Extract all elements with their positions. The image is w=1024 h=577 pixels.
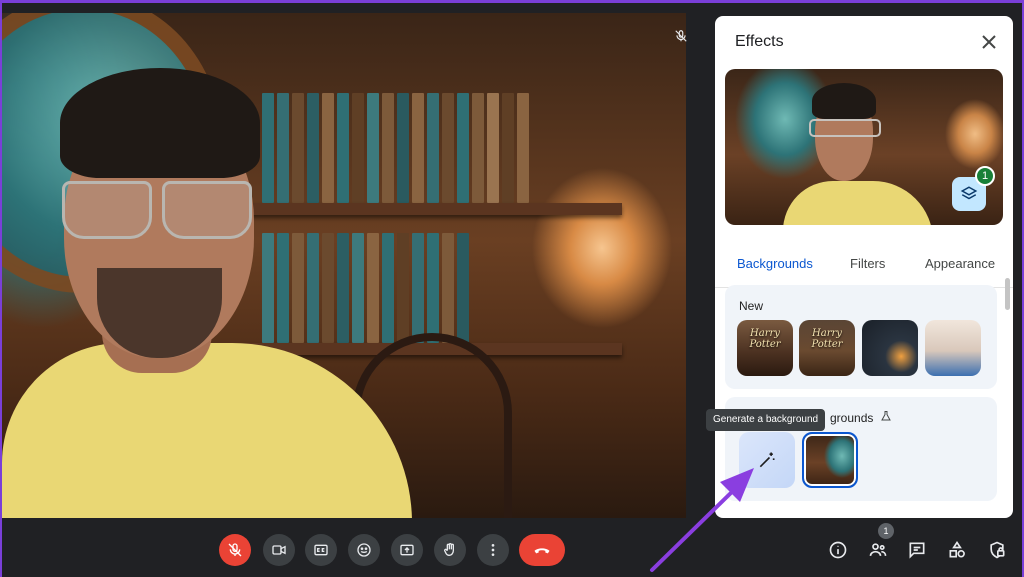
raise-hand-button[interactable] — [434, 534, 466, 566]
generated-background-thumbnail-selected[interactable] — [802, 432, 858, 488]
captions-icon — [314, 544, 328, 556]
participant-body — [2, 343, 412, 518]
tab-filters[interactable]: Filters — [850, 238, 885, 288]
camera-toggle-button[interactable] — [263, 534, 295, 566]
mic-toggle-button[interactable] — [219, 534, 251, 566]
effects-header: Effects — [715, 16, 1013, 68]
emoji-icon — [357, 543, 371, 557]
generate-background-tooltip: Generate a background — [706, 409, 826, 431]
info-icon — [829, 541, 847, 559]
people-count-badge: 1 — [878, 523, 894, 539]
generate-background-button[interactable] — [739, 432, 795, 488]
effects-panel: Effects 1 Backgrounds Filters Appearance… — [715, 16, 1013, 518]
background-thumbnail[interactable]: Harry Potter — [737, 320, 793, 376]
beaker-icon — [881, 411, 891, 421]
tab-appearance[interactable]: Appearance — [925, 238, 995, 288]
end-call-icon — [534, 548, 550, 554]
activities-button[interactable] — [945, 538, 969, 562]
meeting-details-button[interactable] — [826, 538, 850, 562]
layers-icon — [960, 186, 978, 200]
people-button[interactable] — [866, 538, 890, 562]
thumbnail-label: Harry Potter — [749, 328, 781, 350]
call-controls-bar: 1 — [2, 518, 1022, 577]
background-thumbnail[interactable] — [925, 320, 981, 376]
mic-muted-indicator-icon — [670, 25, 692, 47]
thumbnail-label: Harry Potter — [811, 328, 843, 350]
section-title-new: New — [739, 299, 764, 313]
host-controls-button[interactable] — [985, 538, 1009, 562]
close-effects-button[interactable] — [977, 30, 1001, 54]
participant-hair — [60, 68, 260, 178]
chat-icon — [909, 542, 925, 559]
background-bookshelf — [242, 43, 622, 355]
scrollbar[interactable] — [1005, 278, 1010, 310]
tab-backgrounds[interactable]: Backgrounds — [737, 238, 813, 288]
effects-title: Effects — [735, 33, 784, 50]
reactions-button[interactable] — [348, 534, 380, 566]
present-icon — [400, 544, 414, 556]
captions-button[interactable] — [305, 534, 337, 566]
background-thumbnail[interactable]: Harry Potter — [799, 320, 855, 376]
people-icon — [869, 543, 887, 556]
hand-icon — [443, 543, 454, 557]
section-title-generated: grounds — [830, 411, 874, 425]
present-screen-button[interactable] — [391, 534, 423, 566]
host-controls-icon — [990, 541, 1005, 559]
more-options-button[interactable] — [477, 534, 509, 566]
more-icon — [491, 544, 495, 556]
self-preview: 1 — [725, 69, 1003, 225]
background-thumbnail[interactable] — [862, 320, 918, 376]
applied-effects-count: 1 — [975, 166, 995, 186]
mic-off-icon — [228, 543, 242, 557]
video-tile — [2, 13, 686, 518]
effects-tabs: Backgrounds Filters Appearance — [715, 238, 1013, 288]
participant-glasses — [57, 181, 257, 241]
new-backgrounds-section: New Harry Potter Harry Potter — [725, 285, 997, 389]
chat-button[interactable] — [905, 538, 929, 562]
close-icon — [982, 35, 996, 49]
activities-icon — [949, 540, 965, 558]
camera-icon — [272, 545, 286, 555]
magic-wand-icon — [759, 452, 775, 468]
end-call-button[interactable] — [519, 534, 565, 566]
